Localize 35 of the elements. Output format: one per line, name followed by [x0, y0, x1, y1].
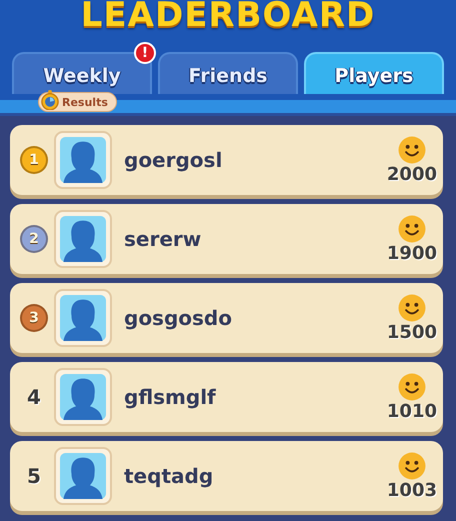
rank-number: 4 [27, 385, 41, 409]
avatar [54, 289, 112, 347]
player-name: gosgosdo [124, 306, 233, 330]
score: 2000 [386, 164, 437, 184]
score: 1900 [386, 242, 437, 264]
player-row[interactable]: 2 sererw 1900 [10, 204, 443, 274]
tab[interactable]: Friends [158, 52, 298, 94]
player-row[interactable]: 4 gflsmglf 1010 [10, 362, 443, 432]
score: 1500 [386, 322, 437, 342]
rank-medal: 2 [20, 225, 48, 253]
smiley-icon [398, 372, 426, 400]
rank-medal: 1 [20, 146, 48, 174]
results-badge: Results [38, 92, 117, 112]
avatar [54, 368, 112, 426]
smiley-icon [398, 214, 426, 242]
player-name: sererw [124, 227, 202, 251]
player-row[interactable]: 3 gosgosdo 1500 [10, 283, 443, 353]
score: 1003 [386, 480, 437, 500]
avatar [54, 131, 112, 189]
player-name: teqtadg [124, 464, 214, 488]
rank-medal: 3 [20, 304, 48, 332]
stopwatch-icon [41, 90, 59, 110]
avatar [54, 210, 112, 268]
smiley-icon [398, 136, 426, 164]
screen-title: LEADERBOARD [80, 0, 376, 34]
score: 1010 [386, 400, 437, 422]
smiley-icon [398, 294, 426, 322]
player-name: gflsmglf [124, 385, 217, 409]
player-row[interactable]: 5 teqtadg 1003 [10, 441, 443, 511]
alert-badge: ! [134, 42, 156, 64]
rank-number: 5 [27, 464, 41, 488]
avatar [54, 447, 112, 505]
player-row[interactable]: 1 goergosl 2000 [10, 125, 443, 195]
player-name: goergosl [124, 148, 224, 172]
smiley-icon [398, 452, 426, 480]
